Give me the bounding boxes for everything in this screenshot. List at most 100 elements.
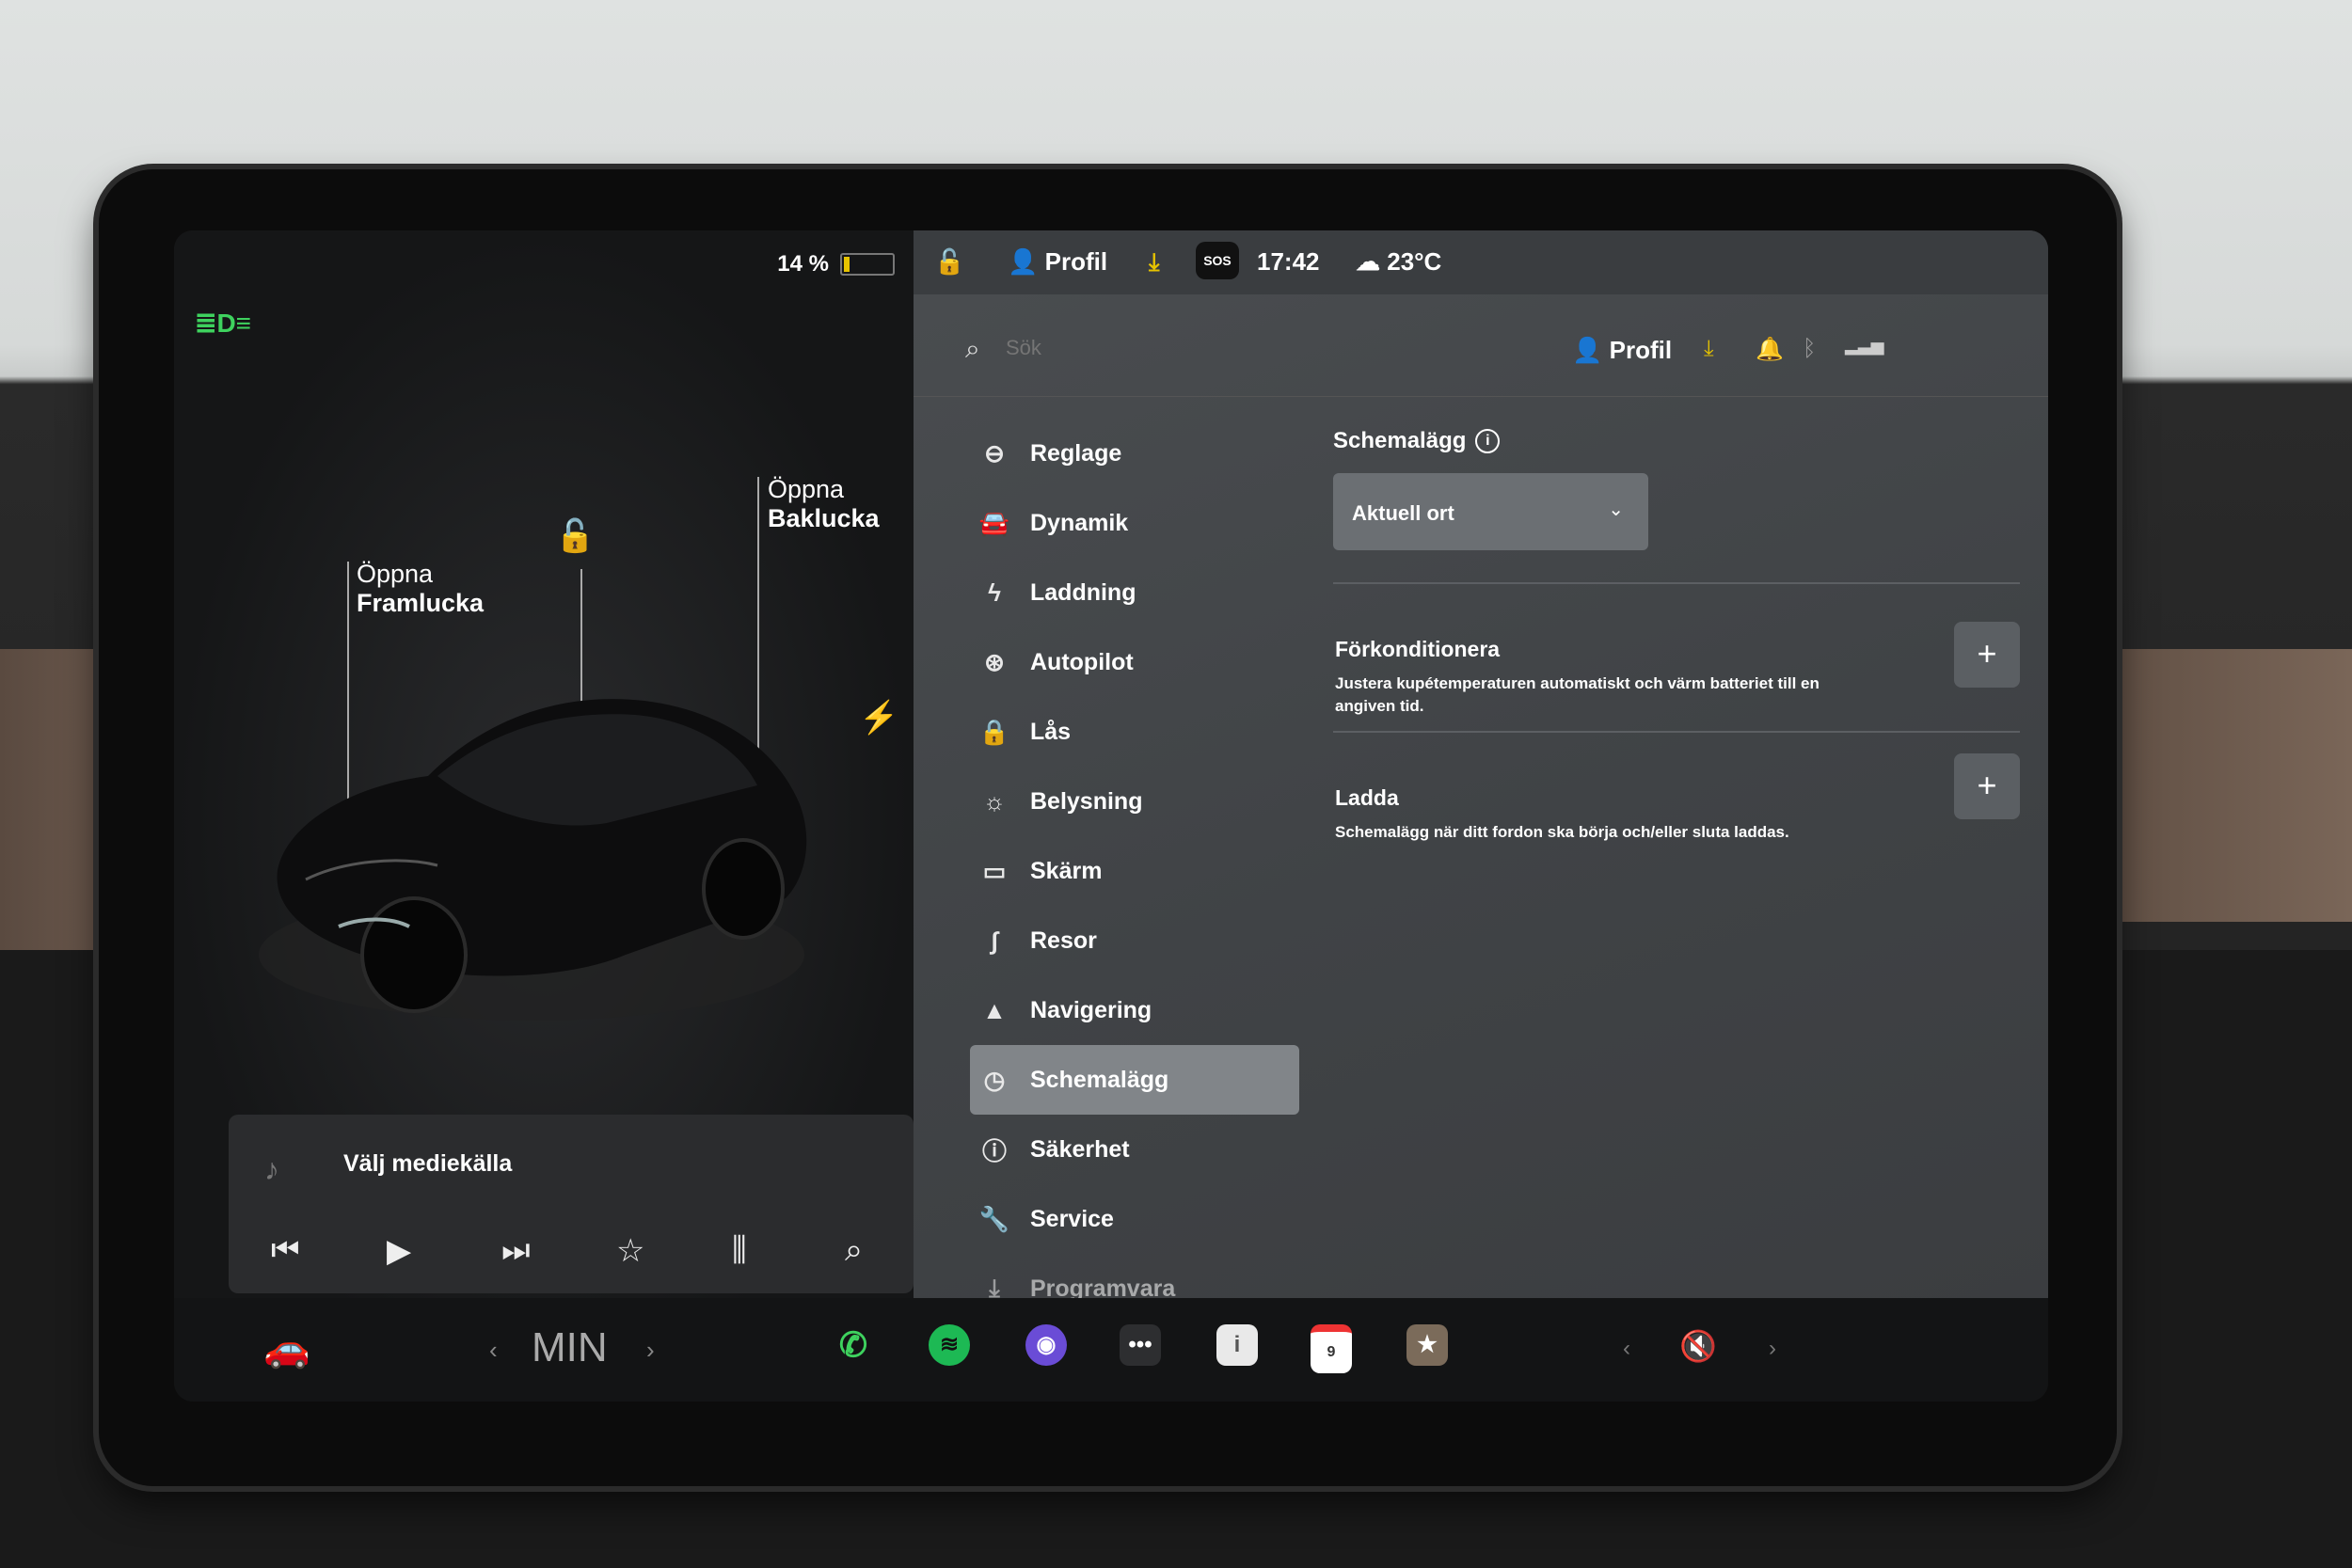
toggle-icon: ⊖ [984, 438, 1005, 467]
climate-right-chevron-icon[interactable]: › [646, 1336, 655, 1365]
charge-row: Ladda Schemalägg när ditt fordon ska bör… [1333, 733, 2020, 874]
menu-label: Skärm [1030, 857, 1103, 884]
unlock-icon[interactable]: 🔓 [555, 517, 595, 555]
front-trunk-label-1: Öppna [357, 560, 434, 588]
menu-item-laddning[interactable]: ϟ Laddning [970, 558, 1299, 627]
download-icon[interactable]: ⤓ [1149, 247, 1160, 277]
menu-item-las[interactable]: 🔒 Lås [970, 697, 1299, 767]
headlights-icon[interactable]: ≣D≡ [195, 308, 251, 339]
menu-label: Schemalägg [1030, 1066, 1169, 1093]
steering-wheel-icon: ⊛ [984, 647, 1005, 676]
front-trunk-button[interactable]: Öppna Framlucka [357, 560, 484, 618]
climate-left-chevron-icon[interactable]: ‹ [489, 1336, 498, 1365]
manual-icon[interactable]: i [1216, 1324, 1258, 1366]
bottom-dock: 🚗 ‹ MIN › ✆ ≋ ◉ ••• i 9 ★ ‹ 🔇 › [174, 1298, 2048, 1402]
menu-label: Autopilot [1030, 648, 1134, 675]
clock-icon: ◷ [983, 1065, 1006, 1094]
menu-item-skarm[interactable]: ▭ Skärm [970, 836, 1299, 906]
person-icon: 👤 [1572, 336, 1603, 364]
rear-trunk-label-1: Öppna [768, 475, 845, 503]
next-track-icon[interactable]: ⏭ [501, 1232, 531, 1269]
menu-label: Laddning [1030, 578, 1136, 606]
phone-icon[interactable]: ✆ [833, 1324, 874, 1366]
sun-icon: ☼ [983, 786, 1006, 816]
location-value: Aktuell ort [1352, 501, 1454, 525]
equalizer-icon[interactable]: ⫼ [732, 1232, 747, 1269]
menu-item-dynamik[interactable]: 🚘 Dynamik [970, 488, 1299, 558]
battery-status: 14 % [777, 251, 895, 277]
battery-percent: 14 % [777, 251, 829, 277]
navigation-icon: ▲ [982, 995, 1007, 1024]
toybox-icon[interactable]: ★ [1406, 1324, 1448, 1366]
bluetooth-icon[interactable]: ᛒ [1803, 336, 1816, 362]
favorite-star-icon[interactable]: ☆ [616, 1232, 644, 1270]
menu-item-navigering[interactable]: ▲ Navigering [970, 975, 1299, 1045]
menu-label: Belysning [1030, 787, 1143, 815]
calendar-icon[interactable]: 9 [1311, 1324, 1352, 1373]
temperature: 23°C [1387, 247, 1442, 276]
car-icon: 🚘 [978, 508, 1010, 537]
status-profile[interactable]: 👤 Profil [1008, 247, 1107, 277]
schedule-content: Schemalägg i Aktuell ort ⌄ Förkonditione… [1333, 428, 2020, 874]
car-visualization-pane: ≣D≡ 14 % Öppna Framlucka Öppna Baklucka … [174, 230, 914, 1298]
music-note-icon: ♪ [264, 1152, 279, 1186]
lock-status-icon[interactable]: 🔓 [934, 247, 964, 277]
media-player: ♪ Välj mediekälla ⏮ ▶ ⏭ ☆ ⫼ ⌕ [229, 1115, 914, 1293]
menu-label: Navigering [1030, 996, 1152, 1023]
search-input[interactable] [1004, 332, 1290, 364]
settings-menu: ⊖ Reglage 🚘 Dynamik ϟ Laddning ⊛ Autopilot 🔒… [970, 419, 1299, 1323]
charge-port-icon[interactable]: ⚡ [859, 699, 898, 736]
menu-item-service[interactable]: 🔧 Service [970, 1184, 1299, 1254]
spotify-icon[interactable]: ≋ [929, 1324, 970, 1366]
touchscreen: ≣D≡ 14 % Öppna Framlucka Öppna Baklucka … [174, 230, 2048, 1402]
play-icon[interactable]: ▶ [387, 1232, 411, 1270]
menu-item-sakerhet[interactable]: ⓘ Säkerhet [970, 1115, 1299, 1184]
wrench-icon: 🔧 [978, 1204, 1010, 1233]
add-charge-button[interactable]: + [1954, 753, 2020, 819]
sos-button[interactable]: SOS [1196, 242, 1239, 279]
settings-header: ⌕ 👤 Profil ⤓ 🔔 ᛒ ▂▃▅ [914, 294, 2048, 397]
settings-panel: 🔓 👤 Profil ⤓ SOS 17:42 ☁ 23°C ⌕ 👤 Profil… [914, 230, 2048, 1302]
media-search-icon[interactable]: ⌕ [845, 1232, 863, 1269]
menu-label: Reglage [1030, 439, 1122, 467]
rear-trunk-label-2: Baklucka [768, 504, 880, 532]
person-icon: 👤 [1008, 247, 1039, 276]
profile-button[interactable]: 👤 Profil [1572, 336, 1672, 365]
climate-setting[interactable]: MIN [532, 1324, 608, 1371]
trips-icon: ∫ [991, 926, 998, 955]
menu-item-reglage[interactable]: ⊖ Reglage [970, 419, 1299, 488]
media-source-label[interactable]: Välj mediekälla [343, 1150, 512, 1178]
location-dropdown[interactable]: Aktuell ort ⌄ [1333, 473, 1648, 550]
volume-right-chevron-icon[interactable]: › [1769, 1336, 1776, 1362]
volume-left-chevron-icon[interactable]: ‹ [1623, 1336, 1630, 1362]
previous-track-icon[interactable]: ⏮ [271, 1232, 300, 1269]
menu-item-autopilot[interactable]: ⊛ Autopilot [970, 627, 1299, 697]
bolt-icon: ϟ [988, 578, 1001, 607]
lock-icon: 🔒 [978, 717, 1010, 746]
menu-item-belysning[interactable]: ☼ Belysning [970, 767, 1299, 836]
precondition-desc: Justera kupétemperaturen automatiskt och… [1335, 674, 1820, 715]
rear-trunk-button[interactable]: Öppna Baklucka [768, 475, 880, 533]
mute-icon[interactable]: 🔇 [1679, 1328, 1717, 1364]
menu-item-schemalagg[interactable]: ◷ Schemalägg [970, 1045, 1299, 1115]
precondition-title: Förkonditionera [1335, 637, 1501, 661]
software-download-icon[interactable]: ⤓ [1704, 336, 1714, 362]
shield-icon: ⓘ [981, 1136, 1007, 1165]
camera-icon[interactable]: ◉ [1025, 1324, 1067, 1366]
menu-label: Säkerhet [1030, 1135, 1130, 1163]
bell-icon[interactable]: 🔔 [1756, 336, 1784, 363]
profile-label: Profil [1609, 336, 1673, 364]
menu-label: Resor [1030, 927, 1097, 954]
top-status-bar: 🔓 👤 Profil ⤓ SOS 17:42 ☁ 23°C [914, 230, 2048, 294]
menu-item-resor[interactable]: ∫ Resor [970, 906, 1299, 975]
weather: ☁ 23°C [1356, 247, 1441, 277]
info-icon[interactable]: i [1475, 429, 1501, 453]
front-trunk-label-2: Framlucka [357, 589, 485, 617]
more-apps-icon[interactable]: ••• [1120, 1324, 1161, 1366]
car-icon[interactable]: 🚗 [263, 1326, 310, 1370]
search-icon: ⌕ [965, 334, 980, 363]
cloud-icon: ☁ [1356, 247, 1380, 276]
add-precondition-button[interactable]: + [1954, 622, 2020, 688]
battery-icon [840, 253, 895, 276]
clock-time: 17:42 [1257, 247, 1320, 276]
